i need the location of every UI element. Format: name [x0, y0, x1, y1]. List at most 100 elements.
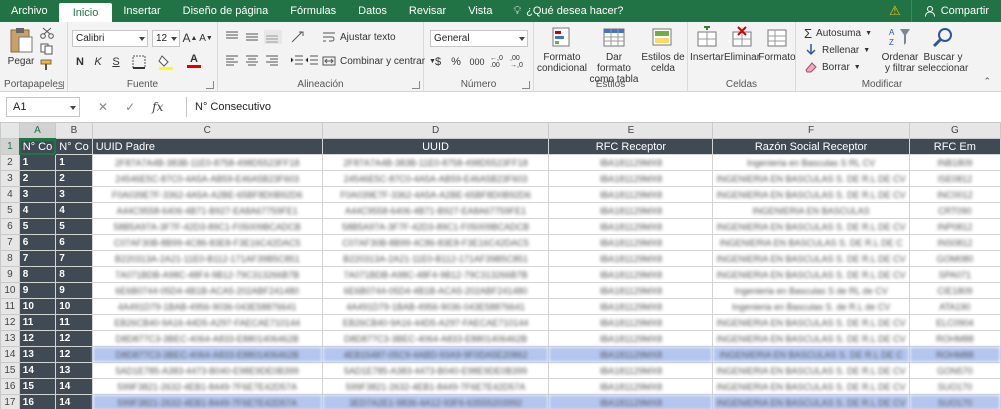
alignment-launcher[interactable]	[412, 81, 420, 89]
cell-b[interactable]: 14	[55, 394, 93, 409]
cell-f[interactable]: INGENIERIA EN BASCULAS S. DE R.L DE CV	[712, 170, 910, 187]
cell-g[interactable]: ISE0812	[908, 170, 1001, 187]
column-header-c[interactable]: C	[91, 122, 323, 139]
cell-a[interactable]: 4	[18, 202, 57, 219]
cell-f[interactable]: Ingenieria en Basculas S. de R.L de CV	[712, 298, 910, 315]
cell-d[interactable]: A44C9558-6406-4B71-B927-EA8A67759FE1	[321, 202, 550, 219]
cell-a[interactable]: 2	[18, 170, 57, 187]
cell-e[interactable]: IBA181129MX8	[548, 234, 714, 251]
cell-g[interactable]: ROHM88	[908, 330, 1001, 347]
cell-g[interactable]: SUO170	[908, 378, 1001, 395]
cell-a[interactable]: 8	[18, 266, 57, 283]
cell-g[interactable]: INP0812	[908, 218, 1001, 235]
cell-c[interactable]: EB26CB40-9A16-44D5-A297-FAECAE710144	[91, 314, 323, 331]
tab-insertar[interactable]: Insertar	[112, 0, 171, 22]
cell-b[interactable]: 7	[55, 250, 93, 267]
font-launcher[interactable]	[206, 81, 214, 89]
cell-c[interactable]: 2F87A7A4B-383B-11E0-8758-498D5523FF18	[91, 154, 323, 171]
cell-styles-button[interactable]: Estilos de celda	[640, 26, 686, 74]
cell-d[interactable]: 58B5A97A-3F7F-42D3-89C1-F05009BCADCB	[321, 218, 550, 235]
cell-g[interactable]: INC0012	[908, 186, 1001, 203]
row-header[interactable]: 9	[0, 266, 20, 283]
grow-font-button[interactable]: A ▲	[182, 30, 198, 46]
cell-f[interactable]: INGENIERIA EN BASCULAS S. DE R.L DE CV	[712, 314, 910, 331]
cell-a[interactable]: 15	[18, 378, 57, 395]
vertical-align-icons[interactable]	[224, 30, 284, 44]
row-header[interactable]: 7	[0, 234, 20, 251]
cell-b[interactable]: 8	[55, 266, 93, 283]
cell-d[interactable]: 4EB15487-05C9-4ABD-93A9-9F0DA5E20862	[321, 346, 550, 363]
cell-e[interactable]: IBA181129MX8	[548, 330, 714, 347]
cell-d[interactable]: D8D877C3-3BEC-4064-A833-E8801406462B	[321, 330, 550, 347]
clear-button[interactable]: Borrar ▼	[804, 60, 861, 74]
cancel-icon[interactable]: ✕	[98, 100, 108, 114]
cell-g[interactable]: CIE1809	[908, 282, 1001, 299]
cell-a[interactable]: 11	[18, 314, 57, 331]
cell-g[interactable]: SPA071	[908, 266, 1001, 283]
tab-datos[interactable]: Datos	[347, 0, 398, 22]
fill-color-icon[interactable]	[158, 54, 176, 70]
cell-g[interactable]: INS0812	[908, 234, 1001, 251]
cell-b[interactable]: 13	[55, 362, 93, 379]
number-format-select[interactable]: General	[430, 30, 528, 47]
header-cell-c[interactable]: UUID Padre	[91, 138, 323, 155]
cell-c[interactable]: 7A071BDB-A98C-48F4-9B12-79C313266B7B	[91, 266, 323, 283]
tab-inicio[interactable]: Inicio	[58, 3, 113, 22]
cell-c[interactable]: A44C9558-6406-4B71-B927-EA8A67759FE1	[91, 202, 323, 219]
cell-c[interactable]: 6E6B0744-05D4-4B1B-ACA5-202ABF241480	[91, 282, 323, 299]
cell-b[interactable]: 12	[55, 330, 93, 347]
find-select-button[interactable]: Buscar y seleccionar	[918, 26, 968, 74]
cell-d[interactable]: 5AD1E785-A383-4473-B040-E98E9DE0B399	[321, 362, 550, 379]
column-header-g[interactable]: G	[908, 122, 1001, 139]
cell-f[interactable]: INGENIERIA EN BASCULAS	[712, 202, 910, 219]
fill-button[interactable]: Rellenar ▼	[804, 43, 870, 57]
cell-f[interactable]: INGENIERIA EN BASCULAS S. DE R.L DE CV	[712, 186, 910, 203]
cell-e[interactable]: IBA181129MX8	[548, 154, 714, 171]
cell-c[interactable]: 58B5A97A-3F7F-42D3-89C1-F05009BCADCB	[91, 218, 323, 235]
cut-icon[interactable]	[40, 27, 54, 39]
select-all-corner[interactable]	[0, 122, 20, 139]
tell-me-box[interactable]: 💡︎ ¿Qué desea hacer?	[503, 0, 633, 22]
cell-g[interactable]: INB1809	[908, 154, 1001, 171]
cell-c[interactable]: 5AD1E785-A383-4473-B040-E98E9DE0B399	[91, 362, 323, 379]
cell-f[interactable]: INGENIERIA EN BASCULAS S. DE R.L DE C	[712, 346, 910, 363]
header-cell-g[interactable]: RFC Em	[908, 138, 1001, 155]
autosum-button[interactable]: Σ Autosuma ▼	[804, 26, 872, 41]
insert-cells-button[interactable]: Insertar	[690, 26, 724, 63]
font-size-select[interactable]: 12	[152, 30, 180, 47]
cell-a[interactable]: 7	[18, 250, 57, 267]
row-header[interactable]: 13	[0, 330, 20, 347]
cell-b[interactable]: 4	[55, 202, 93, 219]
header-cell-b[interactable]: N° Co	[55, 138, 93, 155]
share-button[interactable]: Compartir	[910, 0, 1001, 22]
cell-g[interactable]: SUO170	[908, 394, 1001, 409]
row-header[interactable]: 5	[0, 202, 20, 219]
cell-d[interactable]: C07AF30B-8B99-4C86-83E8-F3E16C42DAC5	[321, 234, 550, 251]
cell-d[interactable]: 599F3821-2632-4EB1-8449-7F6E7E42D57A	[321, 378, 550, 395]
cell-f[interactable]: Ingenieria en Basculas S de RL de CV	[712, 282, 910, 299]
column-header-f[interactable]: F	[712, 122, 910, 139]
row-header[interactable]: 6	[0, 218, 20, 235]
conditional-format-button[interactable]: Formato condicional	[536, 26, 588, 74]
cell-e[interactable]: IBA181129MX8	[548, 170, 714, 187]
cell-b[interactable]: 3	[55, 186, 93, 203]
cell-c[interactable]: B220313A-2A21-11E0-B112-171AF39B5C851	[91, 250, 323, 267]
number-launcher[interactable]	[522, 81, 530, 89]
wrap-text-button[interactable]: Ajustar texto	[322, 30, 396, 44]
row-header[interactable]: 16	[0, 378, 20, 395]
cell-b[interactable]: 12	[55, 346, 93, 363]
cell-a[interactable]: 6	[18, 234, 57, 251]
cell-a[interactable]: 1	[18, 154, 57, 171]
enter-icon[interactable]: ✓	[125, 100, 135, 114]
cell-f[interactable]: INGENIERIA EN BASCULAS S. DE R.L DE CV	[712, 330, 910, 347]
cell-e[interactable]: IBA181129MX8	[548, 314, 714, 331]
cell-f[interactable]: INGENIERIA EN BASCULAS S. DE R.L DE CV	[712, 362, 910, 379]
cell-e[interactable]: IBA181129MX8	[548, 362, 714, 379]
merge-center-button[interactable]: Combinar y centrar ▼	[322, 54, 436, 68]
cell-f[interactable]: INGENIERIA EN BASCULAS S. DE R.L DE CV	[712, 378, 910, 395]
bold-button[interactable]: N	[72, 54, 88, 70]
clipboard-launcher[interactable]	[56, 81, 64, 89]
column-header-e[interactable]: E	[548, 122, 714, 139]
underline-button[interactable]: S	[108, 54, 124, 70]
column-header-b[interactable]: B	[55, 122, 93, 139]
